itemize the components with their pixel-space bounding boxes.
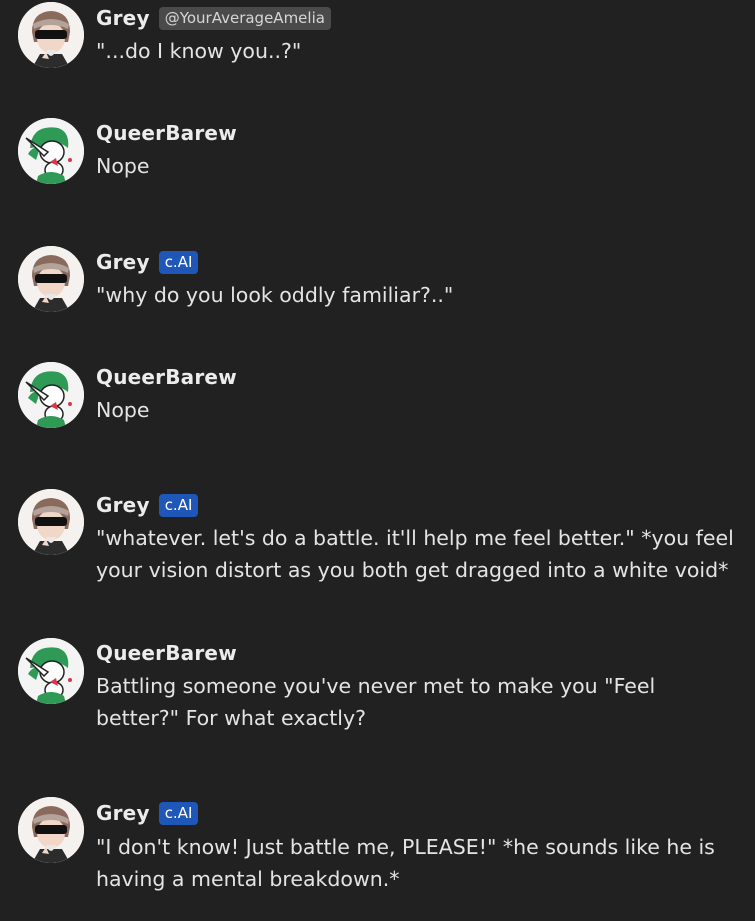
message-text: Nope	[96, 398, 150, 422]
ai-badge: c.AI	[158, 493, 199, 517]
author-name[interactable]: Grey	[96, 250, 150, 274]
message-text: "why do you look oddly familiar?.."	[96, 283, 454, 307]
gardevoir-avatar[interactable]	[18, 118, 84, 184]
username-badge[interactable]: @YourAverageAmelia	[158, 6, 331, 30]
gardevoir-avatar[interactable]	[18, 638, 84, 704]
author-name[interactable]: Grey	[96, 801, 150, 825]
author-name[interactable]: QueerBarew	[96, 121, 237, 145]
grey-avatar[interactable]	[18, 2, 84, 68]
gardevoir-avatar[interactable]	[18, 362, 84, 428]
message-text: Battling someone you've never met to mak…	[96, 674, 656, 730]
grey-avatar[interactable]	[18, 797, 84, 863]
ai-badge: c.AI	[158, 801, 199, 825]
message-text: Nope	[96, 154, 150, 178]
message-text: "...do I know you..?"	[96, 39, 302, 63]
author-name[interactable]: QueerBarew	[96, 641, 237, 665]
author-name[interactable]: QueerBarew	[96, 365, 237, 389]
ai-badge: c.AI	[158, 250, 199, 274]
grey-avatar[interactable]	[18, 489, 84, 555]
message-text: "I don't know! Just battle me, PLEASE!" …	[96, 835, 715, 891]
author-name[interactable]: Grey	[96, 493, 150, 517]
message-text: "whatever. let's do a battle. it'll help…	[96, 526, 734, 582]
grey-avatar[interactable]	[18, 246, 84, 312]
author-name[interactable]: Grey	[96, 6, 150, 30]
